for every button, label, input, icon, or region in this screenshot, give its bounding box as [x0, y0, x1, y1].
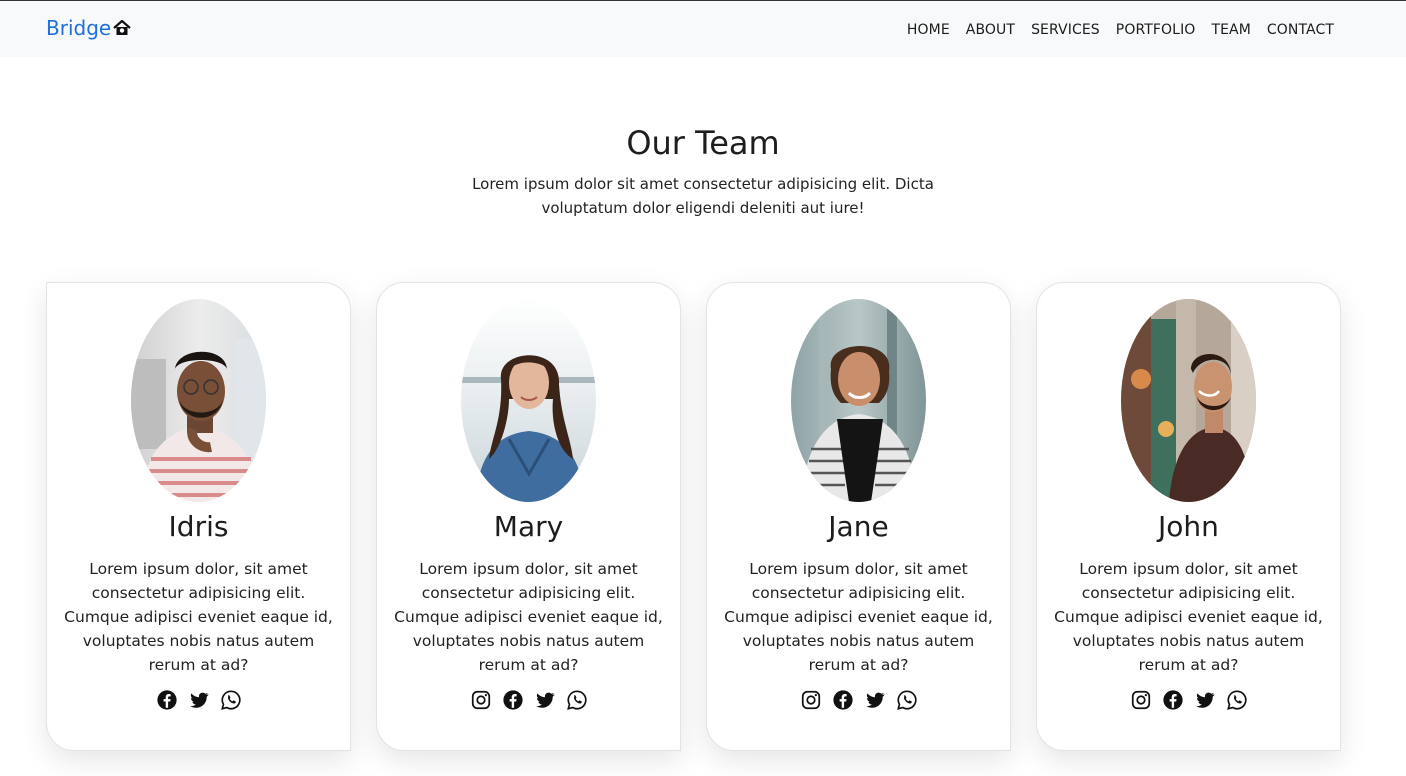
avatar — [791, 299, 926, 502]
twitter-icon[interactable] — [864, 689, 886, 711]
member-name: Idris — [168, 510, 229, 543]
team-cards: Idris Lorem ipsum dolor, sit amet consec… — [46, 282, 1341, 751]
member-description: Lorem ipsum dolor, sit amet consectetur … — [1054, 560, 1323, 674]
brand-link[interactable]: Bridge — [46, 16, 132, 40]
instagram-icon[interactable] — [1130, 689, 1152, 711]
brand-name: Bridge — [46, 16, 112, 40]
avatar — [1121, 299, 1256, 502]
section-subtitle: Lorem ipsum dolor sit amet consectetur a… — [472, 175, 934, 217]
nav-links: HOME ABOUT SERVICES PORTFOLIO TEAM CONTA… — [907, 19, 1334, 38]
nav-team[interactable]: TEAM — [1211, 22, 1250, 38]
section-title: Our Team — [626, 124, 780, 162]
whatsapp-icon[interactable] — [1226, 689, 1248, 711]
member-description: Lorem ipsum dolor, sit amet consectetur … — [64, 560, 333, 674]
member-description: Lorem ipsum dolor, sit amet consectetur … — [394, 560, 663, 674]
nav-contact[interactable]: CONTACT — [1267, 22, 1334, 38]
member-name: John — [1158, 510, 1219, 543]
whatsapp-icon[interactable] — [896, 689, 918, 711]
facebook-icon[interactable] — [1162, 689, 1184, 711]
team-card-john: John Lorem ipsum dolor, sit amet consect… — [1036, 282, 1341, 751]
instagram-icon[interactable] — [800, 689, 822, 711]
house-icon — [113, 19, 131, 35]
avatar — [131, 299, 266, 502]
team-card-idris: Idris Lorem ipsum dolor, sit amet consec… — [46, 282, 351, 751]
team-section-header: Our Team Lorem ipsum dolor sit amet cons… — [0, 124, 1406, 220]
member-name: Mary — [493, 510, 564, 543]
twitter-icon[interactable] — [1194, 689, 1216, 711]
nav-services[interactable]: SERVICES — [1031, 22, 1100, 38]
social-links — [800, 689, 918, 711]
nav-about[interactable]: ABOUT — [966, 22, 1015, 38]
team-card-mary: Mary Lorem ipsum dolor, sit amet consect… — [376, 282, 681, 751]
twitter-icon[interactable] — [534, 689, 556, 711]
team-card-jane: Jane Lorem ipsum dolor, sit amet consect… — [706, 282, 1011, 751]
nav-portfolio[interactable]: PORTFOLIO — [1116, 22, 1196, 38]
instagram-icon[interactable] — [470, 689, 492, 711]
facebook-icon[interactable] — [502, 689, 524, 711]
member-name: Jane — [828, 510, 889, 543]
navbar: Bridge HOME ABOUT SERVICES PORTFOLIO TEA… — [0, 1, 1406, 57]
nav-home[interactable]: HOME — [907, 22, 950, 38]
twitter-icon[interactable] — [188, 689, 210, 711]
whatsapp-icon[interactable] — [566, 689, 588, 711]
whatsapp-icon[interactable] — [220, 689, 242, 711]
social-links — [1130, 689, 1248, 711]
social-links — [470, 689, 588, 711]
avatar — [461, 299, 596, 502]
social-links — [156, 689, 242, 711]
facebook-icon[interactable] — [832, 689, 854, 711]
member-description: Lorem ipsum dolor, sit amet consectetur … — [724, 560, 993, 674]
facebook-icon[interactable] — [156, 689, 178, 711]
